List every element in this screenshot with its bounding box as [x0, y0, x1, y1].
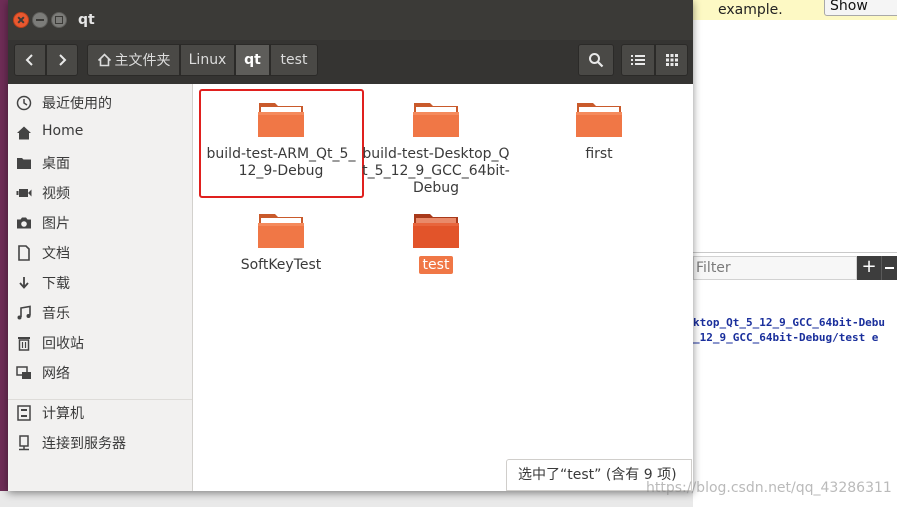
window-title: qt: [78, 12, 95, 28]
sidebar-item-connect-server[interactable]: 连接到服务器: [8, 429, 192, 457]
folder-name: SoftKeyTest: [240, 257, 322, 273]
background-divider: [693, 252, 897, 253]
list-view-button[interactable]: [621, 44, 655, 76]
video-icon: [16, 185, 32, 201]
breadcrumb-test[interactable]: test: [270, 44, 318, 76]
background-info-text: example.: [718, 2, 783, 18]
search-button[interactable]: [578, 44, 614, 76]
sidebar-item-label: 最近使用的: [42, 96, 112, 112]
server-icon: [16, 435, 32, 451]
grid-view-button[interactable]: [655, 44, 688, 76]
sidebar-item-network[interactable]: 网络: [8, 359, 192, 387]
sidebar-item-desktop[interactable]: 桌面: [8, 149, 192, 177]
sidebar-item-trash[interactable]: 回收站: [8, 329, 192, 357]
minimize-button[interactable]: [32, 12, 48, 28]
file-manager-window: qt 主文件夹 Linux qt test 最近使用的 Home 桌面 视频 图…: [8, 0, 693, 491]
maximize-button[interactable]: [51, 12, 67, 28]
output-line: ktop_Qt_5_12_9_GCC_64bit-Debu: [693, 316, 886, 329]
sidebar-item-label: 文档: [42, 246, 70, 262]
folder-item[interactable]: first: [524, 99, 674, 189]
computer-icon: [16, 405, 32, 421]
network-icon: [16, 365, 32, 381]
forward-button[interactable]: [46, 44, 78, 76]
file-view: build-test-ARM_Qt_5_12_9-Debug build-tes…: [193, 84, 693, 491]
search-icon: [589, 53, 604, 68]
close-button[interactable]: [13, 12, 29, 28]
folder-name: build-test-Desktop_Qt_5_12_9_GCC_64bit-D…: [362, 146, 510, 196]
sidebar-item-label: 视频: [42, 186, 70, 202]
sidebar-item-downloads[interactable]: 下载: [8, 269, 192, 297]
sidebar-item-label: Home: [42, 123, 84, 139]
breadcrumb-qt[interactable]: qt: [235, 44, 270, 76]
sidebar-item-computer[interactable]: 计算机: [8, 399, 192, 427]
sidebar-item-label: 连接到服务器: [42, 436, 126, 452]
sidebar-item-music[interactable]: 音乐: [8, 299, 192, 327]
camera-icon: [16, 215, 32, 231]
sidebar-item-documents[interactable]: 文档: [8, 239, 192, 267]
sidebar-item-label: 桌面: [42, 156, 70, 172]
folder-icon: [576, 103, 622, 137]
breadcrumb-home[interactable]: 主文件夹: [87, 44, 180, 76]
sidebar-item-recent[interactable]: 最近使用的: [8, 89, 192, 117]
folder-icon: [16, 155, 32, 171]
sidebar-item-label: 回收站: [42, 336, 84, 352]
output-line: _12_9_GCC_64bit-Debug/test e: [693, 331, 879, 344]
filter-input[interactable]: Filter: [693, 256, 857, 280]
recent-icon: [16, 95, 32, 111]
background-panel: [693, 20, 897, 253]
folder-item[interactable]: SoftKeyTest: [206, 210, 356, 280]
folder-item[interactable]: build-test-ARM_Qt_5_12_9-Debug: [206, 99, 356, 189]
breadcrumb-home-label: 主文件夹: [114, 53, 171, 69]
folder-name: build-test-ARM_Qt_5_12_9-Debug: [206, 146, 356, 179]
titlebar: qt: [8, 0, 693, 40]
back-button[interactable]: [14, 44, 46, 76]
breadcrumb-linux[interactable]: Linux: [180, 44, 235, 76]
folder-icon: [413, 103, 459, 137]
show-details-button[interactable]: Show Deta: [824, 0, 897, 36]
list-icon: [631, 55, 645, 65]
folder-name: test: [361, 256, 511, 274]
sidebar-item-pictures[interactable]: 图片: [8, 209, 192, 237]
selected-folder-name: test: [418, 256, 454, 274]
background-bottom-strip: [0, 491, 693, 507]
home-icon: [97, 53, 111, 67]
folder-icon: [258, 214, 304, 248]
trash-icon: [16, 335, 32, 351]
sidebar-item-label: 计算机: [42, 406, 84, 422]
folder-icon: [258, 103, 304, 137]
sidebar-item-label: 音乐: [42, 306, 70, 322]
chevron-right-icon: [59, 54, 67, 66]
document-icon: [16, 245, 32, 261]
folder-item[interactable]: build-test-Desktop_Qt_5_12_9_GCC_64bit-D…: [361, 99, 511, 196]
sidebar-item-home[interactable]: Home: [8, 119, 192, 147]
add-button[interactable]: +: [857, 256, 881, 280]
chevron-left-icon: [25, 54, 33, 66]
background-app-edge: [0, 0, 8, 507]
sidebar-item-label: 网络: [42, 366, 70, 382]
remove-button[interactable]: [881, 256, 897, 280]
sidebar-item-label: 图片: [42, 216, 70, 232]
sidebar: 最近使用的 Home 桌面 视频 图片 文档 下载 音乐 回收站 网络 计算机 …: [8, 84, 193, 491]
folder-item-selected[interactable]: test: [361, 210, 511, 280]
music-icon: [16, 305, 32, 321]
home-icon: [16, 125, 32, 141]
folder-icon: [413, 214, 459, 248]
folder-name: first: [585, 146, 613, 162]
sidebar-item-videos[interactable]: 视频: [8, 179, 192, 207]
watermark: https://blog.csdn.net/qq_43286311: [646, 480, 892, 496]
grid-icon: [665, 54, 678, 66]
download-icon: [16, 275, 32, 291]
sidebar-item-label: 下载: [42, 276, 70, 292]
